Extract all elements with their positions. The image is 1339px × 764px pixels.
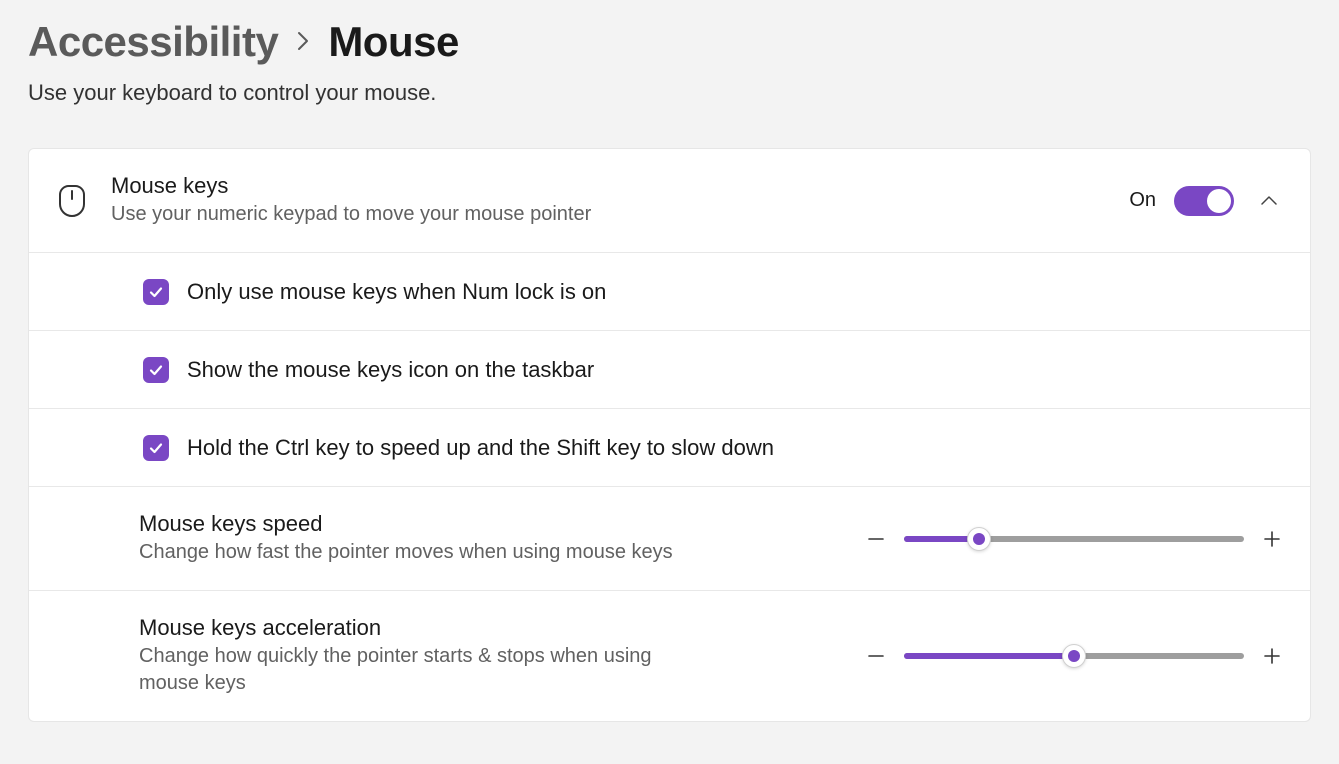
speed-row: Mouse keys speed Change how fast the poi… [29,487,1310,591]
speed-slider[interactable] [904,527,1244,551]
speed-title: Mouse keys speed [139,511,703,537]
accel-minus-button[interactable] [862,642,890,670]
chevron-right-icon [296,28,310,59]
chevron-up-icon[interactable] [1252,195,1286,207]
numlock-label: Only use mouse keys when Num lock is on [187,279,606,305]
accel-slider-thumb[interactable] [1062,644,1086,668]
mouse-keys-header[interactable]: Mouse keys Use your numeric keypad to mo… [29,149,1310,253]
taskbar-checkbox[interactable] [143,357,169,383]
mouse-keys-title: Mouse keys [111,173,1129,199]
taskbar-label: Show the mouse keys icon on the taskbar [187,357,594,383]
toggle-state-label: On [1129,189,1156,212]
speed-slider-thumb[interactable] [967,527,991,551]
ctrlshift-option-row: Hold the Ctrl key to speed up and the Sh… [29,409,1310,487]
accel-title: Mouse keys acceleration [139,615,703,641]
mouse-keys-toggle[interactable] [1174,186,1234,216]
accel-plus-button[interactable] [1258,642,1286,670]
breadcrumb: Accessibility Mouse [28,18,1311,66]
ctrlshift-checkbox[interactable] [143,435,169,461]
numlock-checkbox[interactable] [143,279,169,305]
ctrlshift-label: Hold the Ctrl key to speed up and the Sh… [187,435,774,461]
settings-card: Mouse keys Use your numeric keypad to mo… [28,148,1311,722]
accel-slider-fill [904,653,1074,659]
accel-row: Mouse keys acceleration Change how quick… [29,591,1310,721]
speed-plus-button[interactable] [1258,525,1286,553]
accel-desc: Change how quickly the pointer starts & … [139,643,703,697]
numlock-option-row: Only use mouse keys when Num lock is on [29,253,1310,331]
speed-minus-button[interactable] [862,525,890,553]
breadcrumb-parent[interactable]: Accessibility [28,18,278,66]
breadcrumb-current: Mouse [328,18,459,66]
speed-desc: Change how fast the pointer moves when u… [139,539,703,566]
mouse-icon [53,185,111,217]
accel-slider[interactable] [904,644,1244,668]
mouse-keys-desc: Use your numeric keypad to move your mou… [111,201,1129,228]
taskbar-option-row: Show the mouse keys icon on the taskbar [29,331,1310,409]
page-subtitle: Use your keyboard to control your mouse. [28,80,1311,106]
